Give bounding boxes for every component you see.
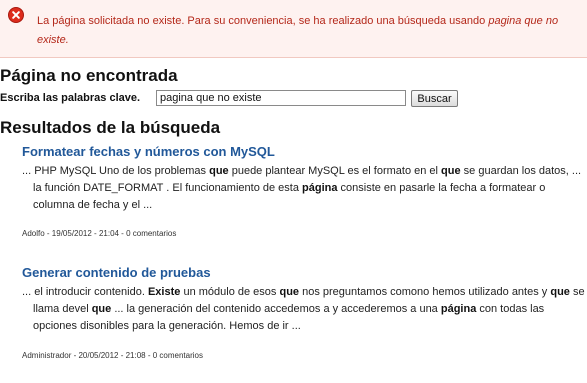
result-meta: Administrador - 20/05/2012 - 21:08 - 0 c… (22, 351, 203, 360)
snippet-text: ... la generación del contenido accedemo… (111, 303, 441, 315)
result-snippet: ... PHP MySQL Uno de los problemas que p… (22, 163, 587, 214)
page-title: Página no encontrada (0, 66, 178, 85)
search-button[interactable]: Buscar (411, 90, 458, 107)
search-input[interactable] (156, 90, 406, 106)
error-message-body: La página solicitada no existe. Para su … (37, 15, 486, 27)
snippet-highlight: que (91, 303, 112, 315)
result-title-link[interactable]: Generar contenido de pruebas (22, 265, 587, 281)
error-message: La página solicitada no existe. Para su … (0, 0, 587, 58)
snippet-text: ... PHP MySQL Uno de los problemas (22, 165, 210, 177)
snippet-highlight: página (302, 182, 338, 194)
search-form: Escriba las palabras clave. Buscar (0, 90, 587, 108)
snippet-text: nos preguntamos comono hemos utilizado a… (299, 286, 551, 298)
search-result: Generar contenido de pruebas ... el intr… (22, 265, 587, 335)
snippet-highlight: que (279, 286, 300, 298)
snippet-highlight: que (550, 286, 570, 298)
snippet-text: puede plantear MySQL es el formato en el (228, 165, 442, 177)
error-message-text: La página solicitada no existe. Para su … (37, 12, 569, 50)
snippet-text: ... el introducir contenido. (22, 286, 148, 298)
results-heading: Resultados de la búsqueda (0, 118, 221, 137)
result-title-link[interactable]: Formatear fechas y números con MySQL (22, 144, 587, 160)
snippet-highlight: que (209, 165, 229, 177)
search-result: Formatear fechas y números con MySQL ...… (22, 144, 587, 214)
search-label: Escriba las palabras clave. (0, 92, 141, 104)
snippet-highlight: que (441, 165, 461, 177)
snippet-highlight: página (440, 303, 477, 315)
result-snippet: ... el introducir contenido. Existe un m… (22, 284, 587, 335)
result-meta: Adolfo - 19/05/2012 - 21:04 - 0 comentar… (22, 229, 177, 238)
error-icon (8, 7, 24, 23)
snippet-text: un módulo de esos (180, 286, 280, 298)
snippet-highlight: Existe (147, 286, 181, 298)
